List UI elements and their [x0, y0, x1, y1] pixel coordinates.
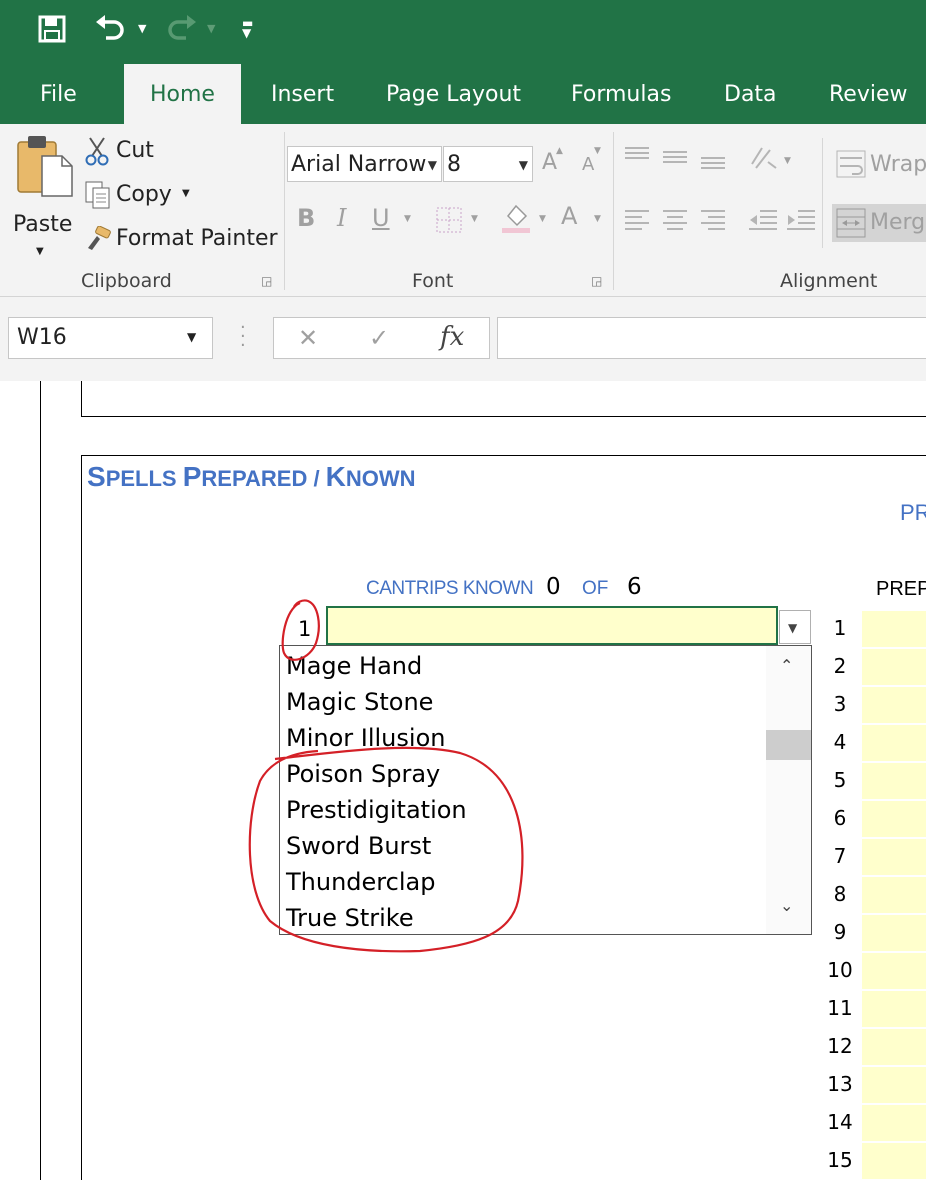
- copy-button[interactable]: Copy ▼: [82, 178, 202, 212]
- cut-button[interactable]: Cut: [82, 134, 172, 168]
- tab-data[interactable]: Data: [724, 64, 777, 124]
- copy-icon: [84, 180, 112, 214]
- caret-up-icon: ▲: [556, 146, 563, 156]
- ribbon-tabs: File Home Insert Page Layout Formulas Da…: [0, 64, 926, 124]
- redo-icon: [164, 14, 198, 44]
- fill-color-dropdown-icon[interactable]: ▼: [539, 214, 546, 224]
- formula-buttons: ✕ ✓ fx: [273, 317, 490, 359]
- orientation-dropdown-icon[interactable]: ▼: [784, 156, 791, 166]
- align-center-icon[interactable]: [662, 208, 688, 236]
- font-name-combo[interactable]: Arial Narrow ▼: [287, 146, 442, 182]
- name-box-value: W16: [17, 325, 67, 350]
- redo-dropdown-icon: ▼: [207, 22, 216, 35]
- ribbon: Paste ▼ Cut Copy ▼ Format Painter Clipbo…: [0, 124, 926, 297]
- paste-dropdown-icon: ▼: [36, 246, 44, 257]
- align-bottom-icon[interactable]: [700, 146, 726, 176]
- align-left-icon[interactable]: [624, 208, 650, 236]
- tab-page-layout[interactable]: Page Layout: [386, 64, 521, 124]
- tab-review[interactable]: Review: [829, 64, 908, 124]
- italic-button[interactable]: I: [337, 204, 346, 232]
- annotation-overlay: [248, 599, 524, 953]
- chevron-down-icon: ▼: [518, 158, 528, 172]
- align-right-icon[interactable]: [700, 208, 726, 236]
- format-painter-label: Format Painter: [116, 226, 278, 251]
- tab-formulas[interactable]: Formulas: [571, 64, 671, 124]
- insert-function-icon[interactable]: fx: [440, 322, 464, 352]
- bold-button[interactable]: B: [297, 204, 315, 232]
- undo-icon[interactable]: [94, 14, 128, 44]
- font-size-value: 8: [447, 152, 461, 177]
- format-painter-button[interactable]: Format Painter: [82, 222, 278, 256]
- undo-dropdown-icon[interactable]: ▼: [138, 22, 146, 35]
- alignment-group-label: Alignment: [780, 270, 878, 292]
- customize-qat-icon[interactable]: ▬ ▼: [242, 17, 253, 39]
- underline-button[interactable]: U: [372, 204, 390, 232]
- caret-down-small-icon: ▼: [594, 146, 601, 156]
- paste-icon: [16, 134, 74, 202]
- tab-file[interactable]: File: [40, 64, 77, 124]
- red-circle-row-number: [281, 599, 320, 661]
- copy-dropdown-icon: ▼: [182, 188, 190, 199]
- formula-bar: W16 ▼ · · · ✕ ✓ fx: [0, 297, 926, 382]
- font-size-combo[interactable]: 8 ▼: [443, 146, 533, 182]
- increase-indent-icon[interactable]: [786, 208, 816, 236]
- align-middle-icon[interactable]: [662, 146, 688, 172]
- borders-icon[interactable]: [435, 206, 463, 238]
- formula-input[interactable]: [497, 317, 926, 359]
- font-name-value: Arial Narrow: [291, 152, 427, 177]
- wrap-text-icon[interactable]: [836, 150, 866, 182]
- paintbrush-icon: [84, 225, 112, 256]
- fill-color-icon[interactable]: [500, 202, 534, 238]
- font-group-label: Font: [412, 270, 454, 292]
- chevron-down-icon[interactable]: ▼: [187, 330, 196, 344]
- borders-dropdown-icon[interactable]: ▼: [471, 214, 478, 224]
- orientation-icon[interactable]: [748, 144, 778, 176]
- more-options-icon: · · ·: [240, 317, 246, 356]
- quick-access-toolbar: ▼ ▼ ▬ ▼: [0, 0, 926, 64]
- chevron-down-icon: ▼: [427, 158, 437, 172]
- tab-insert[interactable]: Insert: [271, 64, 334, 124]
- tab-home[interactable]: Home: [124, 64, 241, 124]
- decrease-indent-icon[interactable]: [748, 208, 778, 236]
- font-launcher-icon[interactable]: ◲: [591, 274, 602, 288]
- font-color-button[interactable]: A: [561, 202, 577, 230]
- cancel-icon[interactable]: ✕: [298, 324, 318, 352]
- paste-label: Paste: [13, 212, 73, 237]
- red-circle-spell-list: [248, 746, 524, 953]
- clipboard-launcher-icon[interactable]: ◲: [261, 274, 272, 288]
- underline-dropdown-icon[interactable]: ▼: [404, 214, 411, 224]
- worksheet[interactable]: SPELLS PREPARED / KNOWN PR CANTRIPS KNOW…: [0, 381, 926, 1180]
- scissors-icon: [84, 136, 110, 170]
- cut-label: Cut: [116, 138, 154, 163]
- font-color-dropdown-icon[interactable]: ▼: [594, 214, 601, 224]
- wrap-text-label[interactable]: Wrap: [870, 152, 926, 177]
- grow-font-button[interactable]: A: [542, 150, 557, 175]
- align-top-icon[interactable]: [624, 146, 650, 172]
- merge-label: Merg: [870, 210, 926, 235]
- enter-icon[interactable]: ✓: [369, 324, 389, 352]
- merge-icon: [836, 208, 866, 242]
- copy-label: Copy: [116, 182, 172, 207]
- name-box[interactable]: W16 ▼: [8, 317, 213, 359]
- merge-button[interactable]: Merg: [832, 204, 926, 242]
- save-icon[interactable]: [38, 15, 66, 43]
- shrink-font-button[interactable]: A: [582, 154, 594, 175]
- clipboard-group-label: Clipboard: [81, 270, 172, 292]
- paste-button[interactable]: Paste ▼: [10, 132, 74, 257]
